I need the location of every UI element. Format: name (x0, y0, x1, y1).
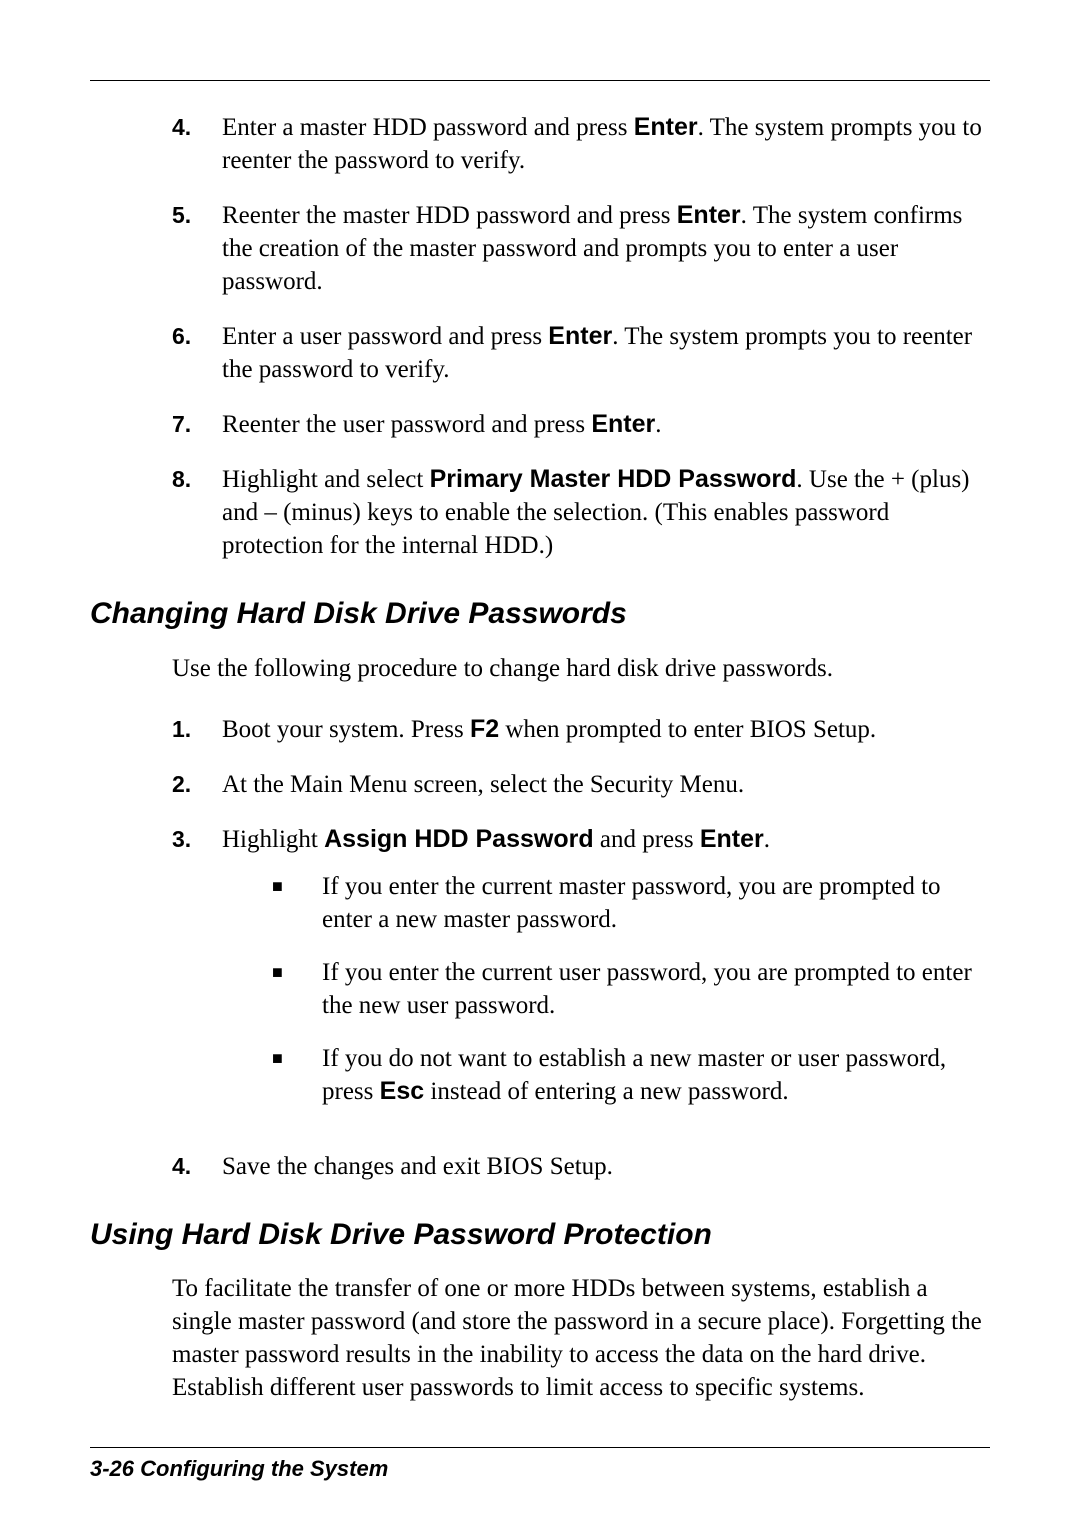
bullet-text: If you do not want to establish a new ma… (322, 1042, 990, 1108)
step-text: Enter a master HDD password and press En… (222, 111, 990, 177)
step-b3: 3. Highlight Assign HDD Password and pre… (90, 823, 990, 1128)
step-number: 4. (172, 111, 222, 177)
step-number: 7. (172, 408, 222, 441)
page-footer: 3-26 Configuring the System (90, 1447, 990, 1482)
step-number: 2. (172, 768, 222, 801)
step-number: 6. (172, 320, 222, 386)
intro-para-a: Use the following procedure to change ha… (172, 652, 990, 685)
step-b1: 1. Boot your system. Press F2 when promp… (90, 713, 990, 746)
bullet-text: If you enter the current user password, … (322, 956, 990, 1022)
step-text: Reenter the master HDD password and pres… (222, 199, 990, 298)
step-text: Highlight Assign HDD Password and press … (222, 823, 990, 1128)
step-7: 7. Reenter the user password and press E… (90, 408, 990, 441)
step-number: 3. (172, 823, 222, 1128)
step-4: 4. Enter a master HDD password and press… (90, 111, 990, 177)
main-content: 4. Enter a master HDD password and press… (90, 111, 990, 1404)
step-text: Save the changes and exit BIOS Setup. (222, 1150, 990, 1183)
square-bullet-icon: ■ (272, 956, 322, 1022)
step-b4: 4. Save the changes and exit BIOS Setup. (90, 1150, 990, 1183)
top-rule (90, 80, 990, 81)
bullet-3: ■ If you do not want to establish a new … (222, 1042, 990, 1108)
heading-using: Using Hard Disk Drive Password Protectio… (90, 1215, 990, 1255)
step-5: 5. Reenter the master HDD password and p… (90, 199, 990, 298)
square-bullet-icon: ■ (272, 870, 322, 936)
step-b2: 2. At the Main Menu screen, select the S… (90, 768, 990, 801)
list-section-a: 4. Enter a master HDD password and press… (90, 111, 990, 562)
step-8: 8. Highlight and select Primary Master H… (90, 463, 990, 562)
bullet-1: ■ If you enter the current master passwo… (222, 870, 990, 936)
intro-para-b: To facilitate the transfer of one or mor… (172, 1272, 990, 1404)
step-number: 4. (172, 1150, 222, 1183)
step-text: Enter a user password and press Enter. T… (222, 320, 990, 386)
footer-text: 3-26 Configuring the System (90, 1456, 990, 1482)
step-text: Boot your system. Press F2 when prompted… (222, 713, 990, 746)
step-text: Highlight and select Primary Master HDD … (222, 463, 990, 562)
sub-bullets: ■ If you enter the current master passwo… (222, 870, 990, 1108)
step-6: 6. Enter a user password and press Enter… (90, 320, 990, 386)
step-text: Reenter the user password and press Ente… (222, 408, 990, 441)
heading-changing: Changing Hard Disk Drive Passwords (90, 594, 990, 634)
footer-rule (90, 1447, 990, 1448)
step-number: 5. (172, 199, 222, 298)
step-number: 1. (172, 713, 222, 746)
step-number: 8. (172, 463, 222, 562)
bullet-text: If you enter the current master password… (322, 870, 990, 936)
step-text: At the Main Menu screen, select the Secu… (222, 768, 990, 801)
square-bullet-icon: ■ (272, 1042, 322, 1108)
bullet-2: ■ If you enter the current user password… (222, 956, 990, 1022)
list-section-b: 1. Boot your system. Press F2 when promp… (90, 713, 990, 1183)
